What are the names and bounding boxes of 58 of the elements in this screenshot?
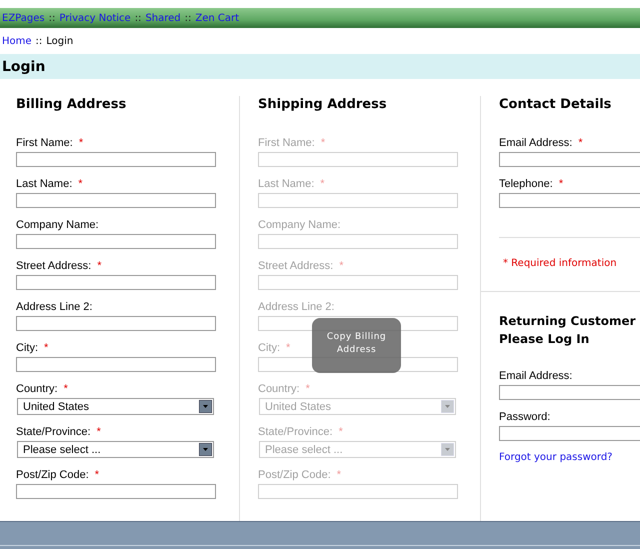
nav-link[interactable]: Privacy Notice [59, 12, 131, 24]
nav-link[interactable]: Zen Cart [195, 12, 240, 24]
field-label: Telephone: * [499, 178, 564, 191]
field-label: City: * [16, 342, 48, 355]
section-heading: Billing Address [16, 96, 128, 114]
field-label: Country: * [16, 383, 68, 396]
field-label: State/Province: * [16, 426, 101, 439]
separator: :: [48, 12, 56, 24]
nav-link[interactable]: Shared [145, 12, 181, 24]
field-label: Company Name: [258, 219, 341, 232]
field-label: First Name: * [16, 137, 84, 150]
field-label: Street Address: * [16, 260, 102, 273]
field-label: Email Address: [499, 370, 572, 383]
section-heading: Contact Details [499, 96, 612, 114]
field-label: State/Province: * [258, 426, 343, 439]
forgot-password-link[interactable]: your [534, 452, 557, 463]
field-label: Post/Zip Code: * [16, 469, 100, 482]
input-field[interactable] [16, 193, 216, 208]
field-label: Street Address: * [258, 260, 344, 273]
dropdown-arrow-icon [199, 443, 212, 456]
dropdown-arrow-icon [199, 400, 212, 413]
tooltip: Copy Billing Address [312, 318, 401, 373]
input-field[interactable] [16, 316, 216, 331]
section-heading: Shipping Address [258, 96, 388, 114]
dropdown-arrow-icon [441, 443, 454, 456]
forgot-password-text: Forgot your password? [499, 452, 614, 463]
required-note: * Required information [503, 258, 618, 269]
breadcrumb-current: Login [46, 36, 74, 46]
input-field[interactable] [16, 357, 216, 372]
field-label: Company Name: [16, 219, 99, 232]
input-field[interactable] [16, 275, 216, 290]
field-label: Address Line 2: [258, 301, 334, 314]
input-field[interactable] [499, 426, 640, 441]
field-label: City: * [258, 342, 290, 355]
input-field[interactable] [16, 234, 216, 249]
section-heading: Returning Customer Please Log In [499, 313, 637, 348]
input-field[interactable] [499, 152, 640, 167]
input-field[interactable] [16, 484, 216, 499]
select-field[interactable]: Please select ... [17, 441, 214, 458]
field-label: Last Name: * [16, 178, 83, 191]
field-label: Email Address: * [499, 137, 583, 150]
field-label: Address Line 2: [16, 301, 92, 314]
page-title: Login [0, 54, 640, 79]
input-field[interactable] [499, 385, 640, 400]
field-label: Country: * [258, 383, 310, 396]
input-field[interactable] [499, 193, 640, 208]
separator: :: [134, 12, 142, 24]
field-label: Last Name: * [258, 178, 325, 191]
field-label: First Name: * [258, 137, 326, 150]
field-label: Password: [499, 411, 550, 424]
field-label: Post/Zip Code: * [258, 469, 342, 482]
breadcrumb-link[interactable]: Home [2, 36, 32, 46]
select-field[interactable]: United States [17, 398, 214, 415]
dropdown-arrow-icon [441, 400, 454, 413]
input-field[interactable] [16, 152, 216, 167]
separator: :: [184, 12, 192, 24]
separator: :: [36, 36, 42, 46]
nav-link[interactable]: EZPages [2, 12, 45, 24]
